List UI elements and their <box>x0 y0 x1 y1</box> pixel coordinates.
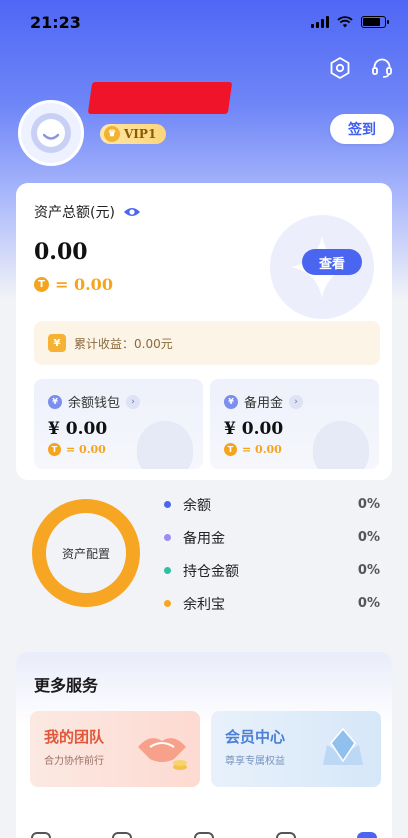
bottom-tab-bar <box>0 828 408 838</box>
wallet-token-amount: = 0.00 <box>66 443 106 456</box>
status-bar: 21:23 <box>0 0 408 44</box>
cellular-signal-icon <box>311 16 329 28</box>
service-subtitle: 尊享专属权益 <box>225 756 285 767</box>
redacted-username <box>87 82 233 114</box>
earnings-label: 累计收益：0.00元 <box>74 336 173 351</box>
chevron-right-icon: › <box>126 394 141 409</box>
header-actions <box>328 56 394 80</box>
wallet-bag-icon: ¥ <box>48 394 62 409</box>
donut-center-label: 资产配置 <box>61 547 110 561</box>
battery-icon <box>361 16 389 28</box>
vip-badge: ♛ VIP1 <box>100 124 167 144</box>
more-services-section: 更多服务 我的团队 合力协作前行 会员中心 尊享专属权益 <box>16 652 392 838</box>
tab-trade-icon[interactable] <box>193 832 214 838</box>
settings-icon[interactable] <box>328 56 352 80</box>
legend-percent: 0% <box>357 497 380 512</box>
legend-label: 余利宝 <box>183 596 225 613</box>
legend-label: 备用金 <box>183 530 225 547</box>
legend-dot <box>164 501 171 508</box>
asset-title: 资产总额(元) <box>34 202 141 222</box>
legend-item: 持仓金额 0% <box>164 554 380 587</box>
t-coin-icon: T <box>224 443 237 456</box>
legend-item: 备用金 0% <box>164 521 380 554</box>
asset-token-value: T = 0.00 <box>34 275 113 294</box>
legend-dot <box>164 534 171 541</box>
earnings-bar: ¥ 累计收益：0.00元 <box>34 321 380 365</box>
t-coin-icon: T <box>34 277 49 292</box>
wallet-label: 余额钱包 <box>68 396 121 411</box>
money-bag-decoration-icon <box>137 421 193 469</box>
chevron-right-icon: › <box>289 394 304 409</box>
checkin-button[interactable]: 签到 <box>330 114 394 144</box>
asset-card: 资产总额(元) 0.00 T = 0.00 查看 ¥ 累计收益：0.00元 ¥ … <box>16 183 392 480</box>
wallet-bag-icon: ¥ <box>224 394 238 409</box>
asset-total: 0.00 <box>34 239 88 265</box>
services-title: 更多服务 <box>34 676 99 695</box>
eye-icon[interactable] <box>123 206 141 218</box>
t-coin-icon: T <box>48 443 61 456</box>
legend-label: 持仓金额 <box>183 563 239 580</box>
legend-dot <box>164 567 171 574</box>
wifi-icon <box>337 16 353 28</box>
money-bag-decoration-icon <box>313 421 369 469</box>
service-subtitle: 合力协作前行 <box>44 756 104 767</box>
tab-home-icon[interactable] <box>30 832 51 838</box>
legend-percent: 0% <box>357 596 380 611</box>
balance-wallet-card[interactable]: ¥ 余额钱包 › ¥ 0.00 T = 0.00 <box>34 379 203 469</box>
tab-news-icon[interactable] <box>275 832 296 838</box>
view-button[interactable]: 查看 <box>302 249 362 275</box>
legend-dot <box>164 600 171 607</box>
service-title: 我的团队 <box>44 728 105 746</box>
tab-market-icon[interactable] <box>112 832 133 838</box>
handshake-icon <box>138 738 187 770</box>
asset-title-label: 资产总额(元) <box>34 205 115 221</box>
money-bag-icon: ¥ <box>48 334 66 352</box>
wallet-label: 备用金 <box>244 396 284 411</box>
status-time: 21:23 <box>30 12 81 32</box>
member-center-card[interactable]: 会员中心 尊享专属权益 <box>211 711 381 787</box>
my-team-card[interactable]: 我的团队 合力协作前行 <box>30 711 200 787</box>
legend-item: 余利宝 0% <box>164 587 380 620</box>
legend-percent: 0% <box>357 530 380 545</box>
allocation-legend: 余额 0% 备用金 0% 持仓金额 0% 余利宝 0% <box>164 488 380 620</box>
tab-profile-icon[interactable] <box>357 832 378 838</box>
diamond-crown-icon <box>323 727 363 765</box>
status-icons <box>311 16 389 28</box>
asset-token-amount: = 0.00 <box>55 275 113 294</box>
customer-service-icon[interactable] <box>370 56 394 80</box>
legend-item: 余额 0% <box>164 488 380 521</box>
legend-label: 余额 <box>183 497 211 514</box>
crown-icon: ♛ <box>104 126 120 142</box>
service-title: 会员中心 <box>225 728 286 746</box>
wallet-amount: ¥ 0.00 <box>224 419 284 439</box>
vip-label: VIP1 <box>124 127 157 141</box>
wallet-amount: ¥ 0.00 <box>48 419 108 439</box>
user-avatar-icon <box>31 113 71 153</box>
avatar[interactable] <box>18 100 84 166</box>
legend-percent: 0% <box>357 563 380 578</box>
reserve-fund-card[interactable]: ¥ 备用金 › ¥ 0.00 T = 0.00 <box>210 379 379 469</box>
wallet-token-amount: = 0.00 <box>242 443 282 456</box>
